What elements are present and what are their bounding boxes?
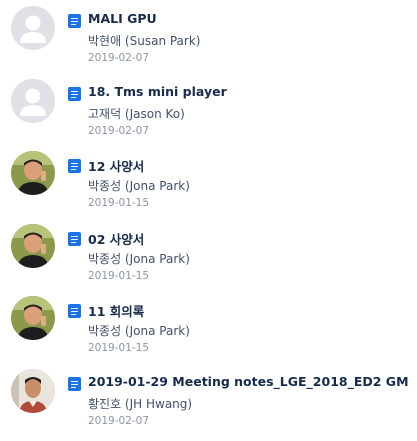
modified-date: 2019-01-15 [88,270,150,282]
list-item: 12 사양서 박종성 (Jona Park) 2019-01-15 [0,151,417,223]
author-name: 박종성 (Jona Park) [88,324,190,338]
document-icon [68,14,81,28]
modified-date: 2019-02-07 [88,415,150,427]
default-avatar-icon[interactable] [11,6,55,50]
page-title-link[interactable]: 02 사양서 [88,229,413,248]
user-photo-avatar[interactable] [11,369,55,413]
page-title-link[interactable]: 12 사양서 [88,156,413,175]
page-title-link[interactable]: 18. Tms mini player [88,84,413,99]
user-photo-avatar[interactable] [11,151,55,195]
list-item: 2019-01-29 Meeting notes_LGE_2018_ED2 GM… [0,369,417,441]
author-name: 황진호 (JH Hwang) [88,397,193,411]
list-item: MALI GPU 박현애 (Susan Park) 2019-02-07 [0,6,417,78]
author-name: 박종성 (Jona Park) [88,179,190,193]
page-title-link[interactable]: 11 회의록 [88,301,413,320]
modified-date: 2019-02-07 [88,125,150,137]
modified-date: 2019-02-07 [88,52,150,64]
document-icon [68,232,81,246]
list-item: 18. Tms mini player 고재덕 (Jason Ko) 2019-… [0,79,417,151]
user-photo-avatar[interactable] [11,224,55,268]
user-photo-avatar[interactable] [11,296,55,340]
author-name: 고재덕 (Jason Ko) [88,107,185,121]
document-icon [68,304,81,318]
author-name: 박종성 (Jona Park) [88,252,190,266]
author-name: 박현애 (Susan Park) [88,34,201,48]
page-title-link[interactable]: 2019-01-29 Meeting notes_LGE_2018_ED2 GM [88,374,413,389]
modified-date: 2019-01-15 [88,342,150,354]
page-title-link[interactable]: MALI GPU [88,11,413,26]
list-item: 02 사양서 박종성 (Jona Park) 2019-01-15 [0,224,417,296]
list-item: 11 회의록 박종성 (Jona Park) 2019-01-15 [0,296,417,368]
document-icon [68,159,81,173]
document-icon [68,87,81,101]
modified-date: 2019-01-15 [88,197,150,209]
document-icon [68,377,81,391]
default-avatar-icon[interactable] [11,79,55,123]
